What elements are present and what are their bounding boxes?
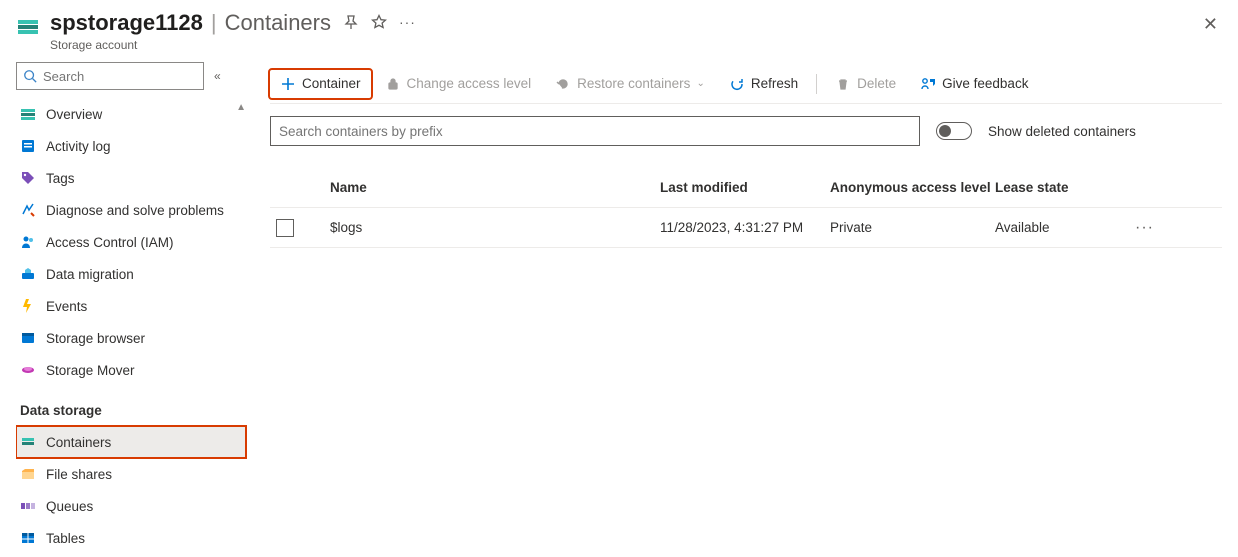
sidebar-item-storage-browser[interactable]: Storage browser (16, 322, 246, 354)
sidebar-search-input[interactable] (43, 69, 197, 84)
sidebar-item-label: Diagnose and solve problems (46, 203, 224, 218)
sidebar-item-file-shares[interactable]: File shares (16, 458, 246, 490)
cell-lease-state: Available (995, 220, 1135, 235)
refresh-button[interactable]: Refresh (719, 70, 808, 98)
page-header: spstorage1128 | Containers ··· Storage a… (0, 0, 1238, 56)
sidebar-item-label: Tags (46, 171, 75, 186)
sidebar-item-label: Storage browser (46, 331, 145, 346)
sidebar-item-containers[interactable]: Containers (16, 426, 246, 458)
row-checkbox[interactable] (276, 219, 294, 237)
plus-icon (280, 76, 296, 92)
restore-containers-button: Restore containers ⌄ (545, 70, 715, 98)
storage-browser-icon (20, 330, 36, 346)
chevron-down-icon: ⌄ (696, 78, 704, 89)
cell-access-level: Private (830, 220, 995, 235)
tags-icon (20, 170, 36, 186)
sidebar-section-data-storage: Data storage (16, 394, 246, 426)
pin-icon[interactable] (343, 14, 359, 30)
new-container-button[interactable]: Container (270, 70, 371, 98)
show-deleted-toggle[interactable] (936, 122, 972, 140)
sidebar-item-label: Data migration (46, 267, 134, 282)
sidebar-item-diagnose[interactable]: Diagnose and solve problems (16, 194, 246, 226)
sidebar-item-storage-mover[interactable]: Storage Mover (16, 354, 246, 386)
title-separator: | (211, 10, 217, 36)
sidebar-item-events[interactable]: Events (16, 290, 246, 322)
col-lease-state[interactable]: Lease state (995, 180, 1135, 195)
storage-account-icon (16, 14, 40, 38)
sidebar-item-overview[interactable]: Overview (16, 98, 246, 130)
col-access-level[interactable]: Anonymous access level (830, 180, 995, 195)
col-last-modified[interactable]: Last modified (660, 180, 830, 195)
table-header: Name Last modified Anonymous access leve… (270, 168, 1222, 208)
sidebar-item-queues[interactable]: Queues (16, 490, 246, 522)
file-shares-icon (20, 466, 36, 482)
queues-icon (20, 498, 36, 514)
delete-button: Delete (825, 70, 906, 98)
collapse-sidebar-icon[interactable]: « (214, 69, 221, 83)
sidebar-item-label: Activity log (46, 139, 111, 154)
close-icon[interactable]: ✕ (1199, 10, 1222, 39)
sidebar-item-label: File shares (46, 467, 112, 482)
give-feedback-button[interactable]: Give feedback (910, 70, 1038, 98)
sidebar-item-label: Queues (46, 499, 93, 514)
sidebar-item-iam[interactable]: Access Control (IAM) (16, 226, 246, 258)
containers-icon (20, 434, 36, 450)
sidebar-item-label: Containers (46, 435, 111, 450)
trash-icon (835, 76, 851, 92)
col-name[interactable]: Name (330, 180, 660, 195)
diagnose-icon (20, 202, 36, 218)
tables-icon (20, 530, 36, 546)
filter-row: Show deleted containers (270, 116, 1222, 146)
sidebar-item-activity-log[interactable]: Activity log (16, 130, 246, 162)
search-icon (23, 69, 37, 83)
containers-table: Name Last modified Anonymous access leve… (270, 168, 1222, 248)
sidebar-item-label: Events (46, 299, 87, 314)
events-icon (20, 298, 36, 314)
sidebar-item-label: Overview (46, 107, 102, 122)
sidebar-item-label: Access Control (IAM) (46, 235, 174, 250)
overview-icon (20, 106, 36, 122)
resource-name: spstorage1128 (50, 10, 203, 36)
container-search-input[interactable] (270, 116, 920, 146)
iam-icon (20, 234, 36, 250)
table-row[interactable]: $logs 11/28/2023, 4:31:27 PM Private Ava… (270, 208, 1222, 248)
page-title: Containers (225, 10, 331, 36)
cell-last-modified: 11/28/2023, 4:31:27 PM (660, 220, 830, 235)
sidebar-search[interactable] (16, 62, 204, 90)
feedback-icon (920, 76, 936, 92)
lock-icon (385, 76, 401, 92)
sidebar: « ▲ Overview Activity log Tags Diagnose … (0, 56, 248, 557)
sidebar-item-tables[interactable]: Tables (16, 522, 246, 554)
activity-log-icon (20, 138, 36, 154)
command-bar: Container Change access level Restore co… (270, 64, 1222, 104)
sidebar-item-tags[interactable]: Tags (16, 162, 246, 194)
favorite-icon[interactable] (371, 14, 387, 30)
sidebar-item-label: Tables (46, 531, 85, 546)
show-deleted-label: Show deleted containers (988, 124, 1136, 139)
row-context-menu-icon[interactable]: ··· (1135, 219, 1175, 237)
toolbar-separator (816, 74, 817, 94)
scroll-up-arrow: ▲ (236, 102, 246, 113)
migration-icon (20, 266, 36, 282)
resource-type: Storage account (50, 38, 416, 52)
refresh-icon (729, 76, 745, 92)
cell-name[interactable]: $logs (330, 220, 660, 235)
change-access-level-button: Change access level (375, 70, 542, 98)
sidebar-item-label: Storage Mover (46, 363, 135, 378)
main-pane: Container Change access level Restore co… (248, 56, 1238, 557)
more-icon[interactable]: ··· (399, 14, 416, 30)
storage-mover-icon (20, 362, 36, 378)
sidebar-item-migration[interactable]: Data migration (16, 258, 246, 290)
undo-icon (555, 76, 571, 92)
